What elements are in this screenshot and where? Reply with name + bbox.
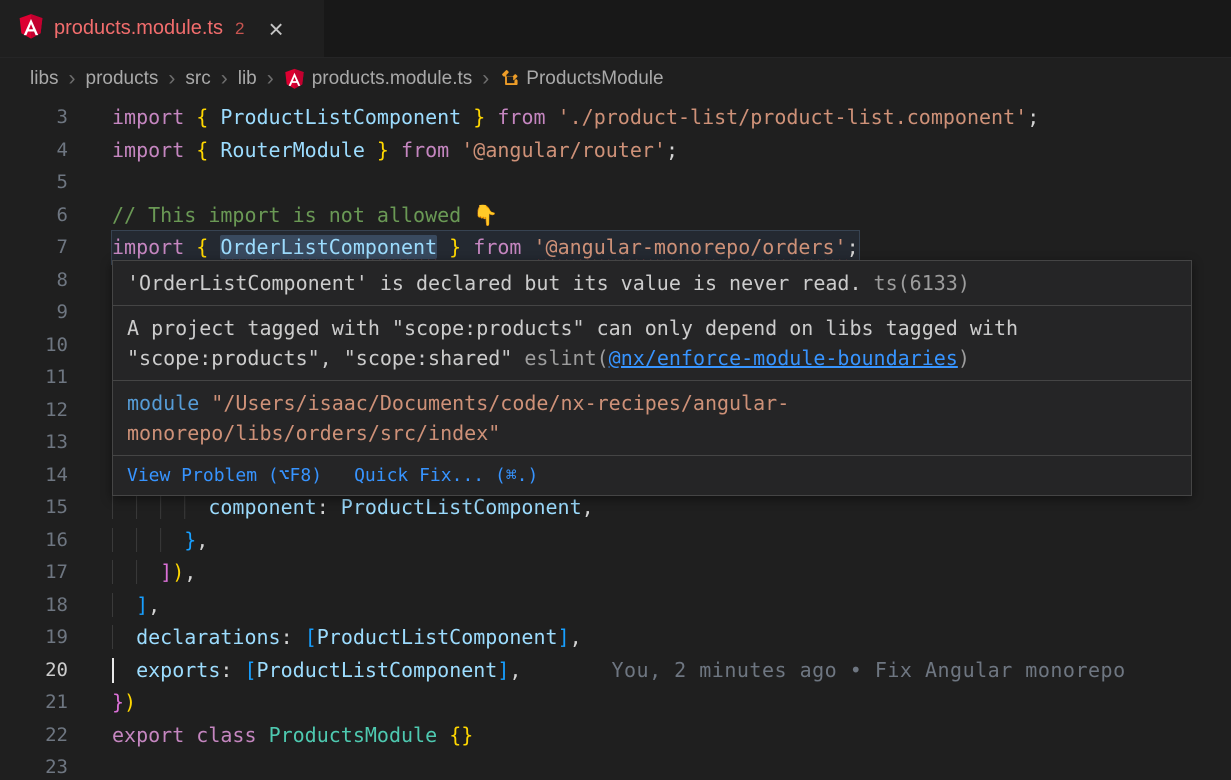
code-line[interactable]: 18 ], (0, 589, 1231, 622)
code-line[interactable]: 23 (0, 751, 1231, 780)
hover-module-info: module "/Users/isaac/Documents/code/nx-r… (113, 381, 1191, 456)
code-content: // This import is not allowed 👇 (112, 199, 498, 232)
breadcrumb-item-libs[interactable]: libs (30, 68, 59, 90)
line-number: 12 (0, 394, 112, 427)
code-content: import { OrderListComponent } from '@ang… (112, 231, 859, 264)
editor-tab[interactable]: products.module.ts 2 × (0, 0, 325, 57)
code-content: export class ProductsModule {} (112, 719, 473, 752)
line-number: 10 (0, 329, 112, 362)
breadcrumb-label: libs (30, 68, 59, 90)
angular-icon (18, 13, 44, 44)
breadcrumb-label: lib (238, 68, 257, 90)
line-number: 19 (0, 621, 112, 654)
class-symbol-icon (499, 68, 519, 90)
code-line[interactable]: 5 (0, 166, 1231, 199)
line-number: 5 (0, 166, 112, 199)
hover-actions: View Problem (⌥F8) Quick Fix... (⌘.) (113, 456, 1191, 495)
chevron-right-icon: › (69, 67, 76, 91)
breadcrumb-item-lib[interactable]: lib (238, 68, 257, 90)
code-line[interactable]: 4import { RouterModule } from '@angular/… (0, 134, 1231, 167)
chevron-right-icon: › (482, 67, 489, 91)
chevron-right-icon: › (168, 67, 175, 91)
quick-fix-button[interactable]: Quick Fix... (⌘.) (354, 462, 538, 489)
code-content: declarations: [ProductListComponent], (112, 621, 582, 654)
code-content: }) (112, 686, 136, 719)
line-number: 11 (0, 361, 112, 394)
diagnostic-message: 'OrderListComponent' is declared but its… (127, 271, 862, 295)
module-keyword: module (127, 391, 199, 415)
breadcrumb: libs › products › src › lib › products.m… (0, 58, 1231, 100)
line-number: 21 (0, 686, 112, 719)
line-number: 20 (0, 654, 112, 687)
code-editor[interactable]: 3import { ProductListComponent } from '.… (0, 100, 1231, 780)
line-number: 6 (0, 199, 112, 232)
code-line[interactable]: 6// This import is not allowed 👇 (0, 199, 1231, 232)
line-number: 22 (0, 719, 112, 752)
diagnostic-source: ts(6133) (862, 271, 970, 295)
line-number: 4 (0, 134, 112, 167)
tab-problems-badge: 2 (235, 19, 244, 39)
breadcrumb-item-symbol[interactable]: ProductsModule (499, 68, 663, 90)
line-number: 13 (0, 426, 112, 459)
code-line[interactable]: 17 ]), (0, 556, 1231, 589)
chevron-right-icon: › (267, 67, 274, 91)
breadcrumb-item-products[interactable]: products (86, 68, 159, 90)
code-line[interactable]: 21}) (0, 686, 1231, 719)
hover-ts-diagnostic: 'OrderListComponent' is declared but its… (113, 261, 1191, 306)
code-content: ], (112, 589, 160, 622)
code-line[interactable]: 7import { OrderListComponent } from '@an… (0, 231, 1231, 264)
breadcrumb-label: products.module.ts (312, 68, 473, 90)
code-line[interactable]: 20 exports: [ProductListComponent],You, … (0, 654, 1231, 687)
git-blame-annotation: You, 2 minutes ago • Fix Angular monorep… (611, 658, 1125, 682)
line-number: 18 (0, 589, 112, 622)
code-content: import { RouterModule } from '@angular/r… (112, 134, 678, 167)
breadcrumb-label: ProductsModule (526, 68, 663, 90)
breadcrumb-label: products (86, 68, 159, 90)
diagnostic-source-prefix: eslint( (524, 346, 608, 370)
code-line[interactable]: 3import { ProductListComponent } from '.… (0, 101, 1231, 134)
breadcrumb-item-src[interactable]: src (185, 68, 210, 90)
breadcrumb-label: src (185, 68, 210, 90)
line-number: 9 (0, 296, 112, 329)
problem-hover-popup: 'OrderListComponent' is declared but its… (112, 260, 1192, 496)
vscode-window: products.module.ts 2 × libs › products ›… (0, 0, 1231, 780)
line-number: 16 (0, 524, 112, 557)
code-content: import { ProductListComponent } from './… (112, 101, 1039, 134)
code-line[interactable]: 16 }, (0, 524, 1231, 557)
line-number: 23 (0, 751, 112, 780)
close-icon[interactable]: × (268, 16, 283, 42)
tab-bar: products.module.ts 2 × (0, 0, 1231, 58)
text-cursor (112, 658, 114, 683)
module-path: "/Users/isaac/Documents/code/nx-recipes/… (127, 391, 789, 445)
code-content: exports: [ProductListComponent],You, 2 m… (112, 654, 1126, 687)
line-number: 3 (0, 101, 112, 134)
angular-icon (284, 68, 305, 91)
line-number: 7 (0, 231, 112, 264)
eslint-rule-link[interactable]: @nx/enforce-module-boundaries (609, 346, 958, 370)
view-problem-button[interactable]: View Problem (⌥F8) (127, 462, 322, 489)
code-content: ]), (112, 556, 196, 589)
hover-eslint-diagnostic: A project tagged with "scope:products" c… (113, 306, 1191, 381)
line-number: 14 (0, 459, 112, 492)
code-line[interactable]: 19 declarations: [ProductListComponent], (0, 621, 1231, 654)
chevron-right-icon: › (221, 67, 228, 91)
line-number: 15 (0, 491, 112, 524)
code-content: }, (112, 524, 208, 557)
line-number: 8 (0, 264, 112, 297)
tab-filename: products.module.ts (54, 17, 223, 40)
code-line[interactable]: 22export class ProductsModule {} (0, 719, 1231, 752)
line-number: 17 (0, 556, 112, 589)
breadcrumb-item-file[interactable]: products.module.ts (284, 68, 473, 91)
diagnostic-source-suffix: ) (958, 346, 970, 370)
